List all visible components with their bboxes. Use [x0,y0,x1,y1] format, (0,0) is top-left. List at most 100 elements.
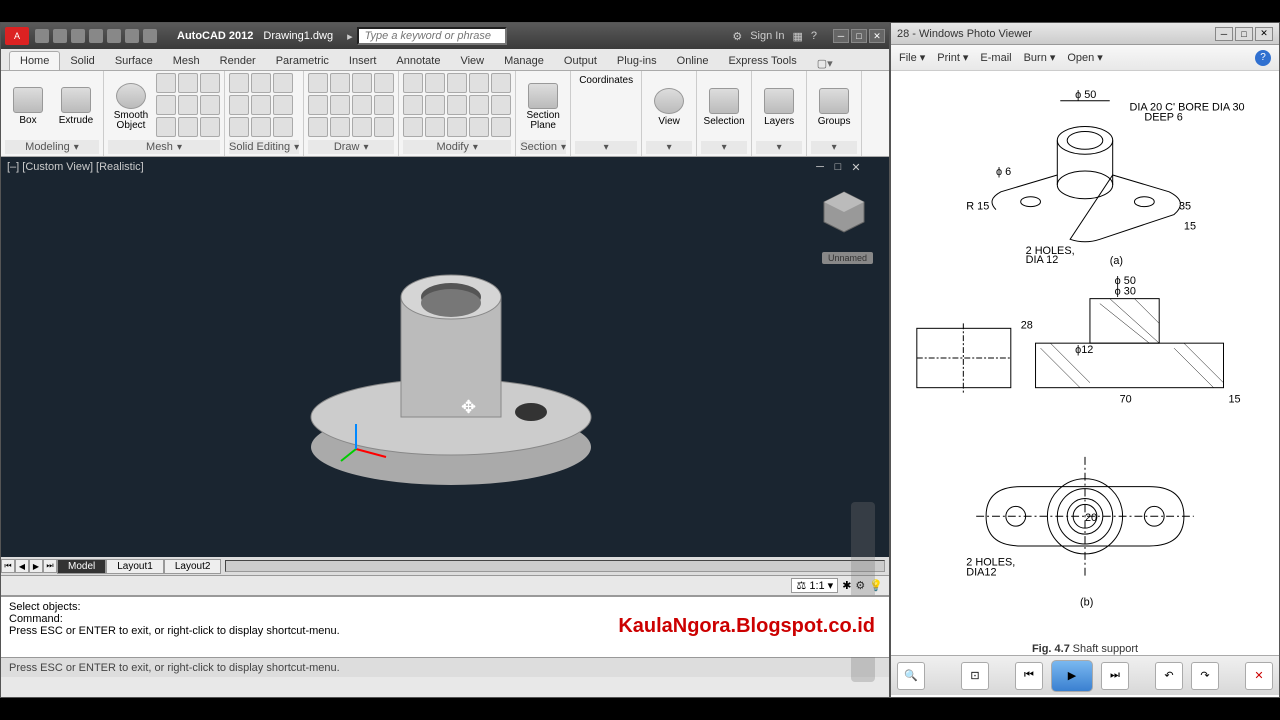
tab-parametric[interactable]: Parametric [266,52,339,70]
engineering-drawing: ϕ 50 DIA 20 C' BORE DIA 30 DEEP 6 ϕ 6 R … [905,81,1265,635]
figure-caption: Fig. 4.7 Shaft support [1032,643,1138,655]
panel-modify: Modify ▾ [399,71,516,156]
maximize-button[interactable]: □ [851,29,867,43]
viewport[interactable]: [‒] [Custom View] [Realistic] ─ □ ✕ ✥ Un… [1,157,889,557]
delete-button[interactable]: ✕ [1245,662,1273,690]
statusbar: Press ESC or ENTER to exit, or right-cli… [1,657,889,677]
hscrollbar[interactable] [225,560,885,572]
menu-email[interactable]: E-mail [980,52,1011,64]
selection-icon [709,88,739,114]
infocenter-icon[interactable]: ⚙ [732,30,742,43]
menu-burn[interactable]: Burn ▾ [1024,51,1056,64]
svg-text:70: 70 [1120,394,1132,406]
viewport-maximize-icon[interactable]: □ [831,161,845,175]
viewcube[interactable] [819,187,869,237]
panel-label-solid-editing: Solid Editing [229,141,290,153]
panel-solid-editing: Solid Editing ▾ [225,71,304,156]
prev-button[interactable]: ⏮ [1015,662,1043,690]
tab-annotate[interactable]: Annotate [386,52,450,70]
zoom-out-button[interactable]: 🔍 [897,662,925,690]
tab-insert[interactable]: Insert [339,52,387,70]
tab-prev-icon[interactable]: ◀ [15,559,29,573]
layers-button[interactable]: Layers [756,73,802,141]
photo-viewer-window: 28 - Windows Photo Viewer ─ □ ✕ File ▾ P… [890,22,1280,698]
tab-solid[interactable]: Solid [60,52,104,70]
selection-button[interactable]: Selection [701,73,747,141]
undo-icon[interactable] [125,29,139,43]
extrude-button[interactable]: Extrude [53,73,99,140]
svg-text:(b): (b) [1080,596,1093,608]
tab-home[interactable]: Home [9,51,60,70]
help-icon[interactable]: ? [1255,50,1271,66]
menu-print[interactable]: Print ▾ [937,51,968,64]
tab-layout2[interactable]: Layout2 [164,559,222,574]
panel-modeling: Box Extrude Modeling ▾ [1,71,104,156]
solid-editing-tools [229,73,293,140]
open-icon[interactable] [53,29,67,43]
print-icon[interactable] [107,29,121,43]
coordinates-label: Coordinates [575,73,637,88]
minimize-button[interactable]: ─ [833,29,849,43]
app-menu-button[interactable]: A [5,27,29,45]
tab-layout1[interactable]: Layout1 [106,559,164,574]
tab-first-icon[interactable]: ⏮ [1,559,15,573]
tab-render[interactable]: Render [210,52,266,70]
rotate-cw-button[interactable]: ↷ [1191,662,1219,690]
viewport-close-icon[interactable]: ✕ [849,161,863,175]
svg-text:ϕ 6: ϕ 6 [996,166,1011,178]
box-button[interactable]: Box [5,73,51,140]
svg-text:15: 15 [1228,394,1240,406]
orbit-cursor-icon: ✥ [461,397,476,418]
ribbon-collapse-icon[interactable]: ▢▾ [817,57,833,70]
pv-minimize-button[interactable]: ─ [1215,27,1233,41]
tab-next-icon[interactable]: ▶ [29,559,43,573]
viewcube-label[interactable]: Unnamed [822,252,873,264]
pv-close-button[interactable]: ✕ [1255,27,1273,41]
autocad-titlebar: A AutoCAD 2012 Drawing1.dwg ▸ ⚙ Sign In … [1,23,889,49]
save-icon[interactable] [71,29,85,43]
new-icon[interactable] [35,29,49,43]
next-button[interactable]: ⏭ [1101,662,1129,690]
extrude-icon [61,87,91,113]
tab-surface[interactable]: Surface [105,52,163,70]
redo-icon[interactable] [143,29,157,43]
cmd-line-1: Select objects: [9,601,881,613]
saveas-icon[interactable] [89,29,103,43]
mesh-tools [156,73,220,140]
panel-label-modeling: Modeling [25,141,70,153]
tab-view[interactable]: View [450,52,494,70]
search-input[interactable] [357,27,507,45]
smooth-object-button[interactable]: Smooth Object [108,73,154,140]
viewport-minimize-icon[interactable]: ─ [813,161,827,175]
rotate-ccw-button[interactable]: ↶ [1155,662,1183,690]
menu-open[interactable]: Open ▾ [1067,51,1102,64]
tab-mesh[interactable]: Mesh [163,52,210,70]
tab-manage[interactable]: Manage [494,52,554,70]
tab-express[interactable]: Express Tools [718,52,806,70]
modify-tools [403,73,511,140]
fit-button[interactable]: ⊡ [961,662,989,690]
annotation-scale[interactable]: ⚖ 1:1 ▾ [791,578,838,593]
tab-online[interactable]: Online [667,52,719,70]
sign-in-button[interactable]: Sign In [750,30,784,42]
svg-text:20: 20 [1085,512,1097,524]
view-button[interactable]: View [646,73,692,141]
model-tabs: ⏮◀▶⏭ Model Layout1 Layout2 [1,557,889,575]
groups-button[interactable]: Groups [811,73,857,141]
viewport-label[interactable]: [‒] [Custom View] [Realistic] [7,161,144,173]
tab-last-icon[interactable]: ⏭ [43,559,57,573]
slideshow-button[interactable]: ▶ [1051,660,1093,692]
box-icon [13,87,43,113]
ribbon: Box Extrude Modeling ▾ Smooth Object Mes… [1,71,889,157]
pv-maximize-button[interactable]: □ [1235,27,1253,41]
tab-plugins[interactable]: Plug-ins [607,52,667,70]
dropdown-icon[interactable]: ▸ [347,30,353,43]
section-plane-button[interactable]: Section Plane [520,73,566,140]
tab-model[interactable]: Model [57,559,106,574]
help-icon[interactable]: ? [811,30,817,42]
tab-output[interactable]: Output [554,52,607,70]
exchange-icon[interactable]: ▦ [792,30,802,43]
menu-file[interactable]: File ▾ [899,51,925,64]
close-button[interactable]: ✕ [869,29,885,43]
command-window[interactable]: Select objects: Command: Press ESC or EN… [1,595,889,657]
